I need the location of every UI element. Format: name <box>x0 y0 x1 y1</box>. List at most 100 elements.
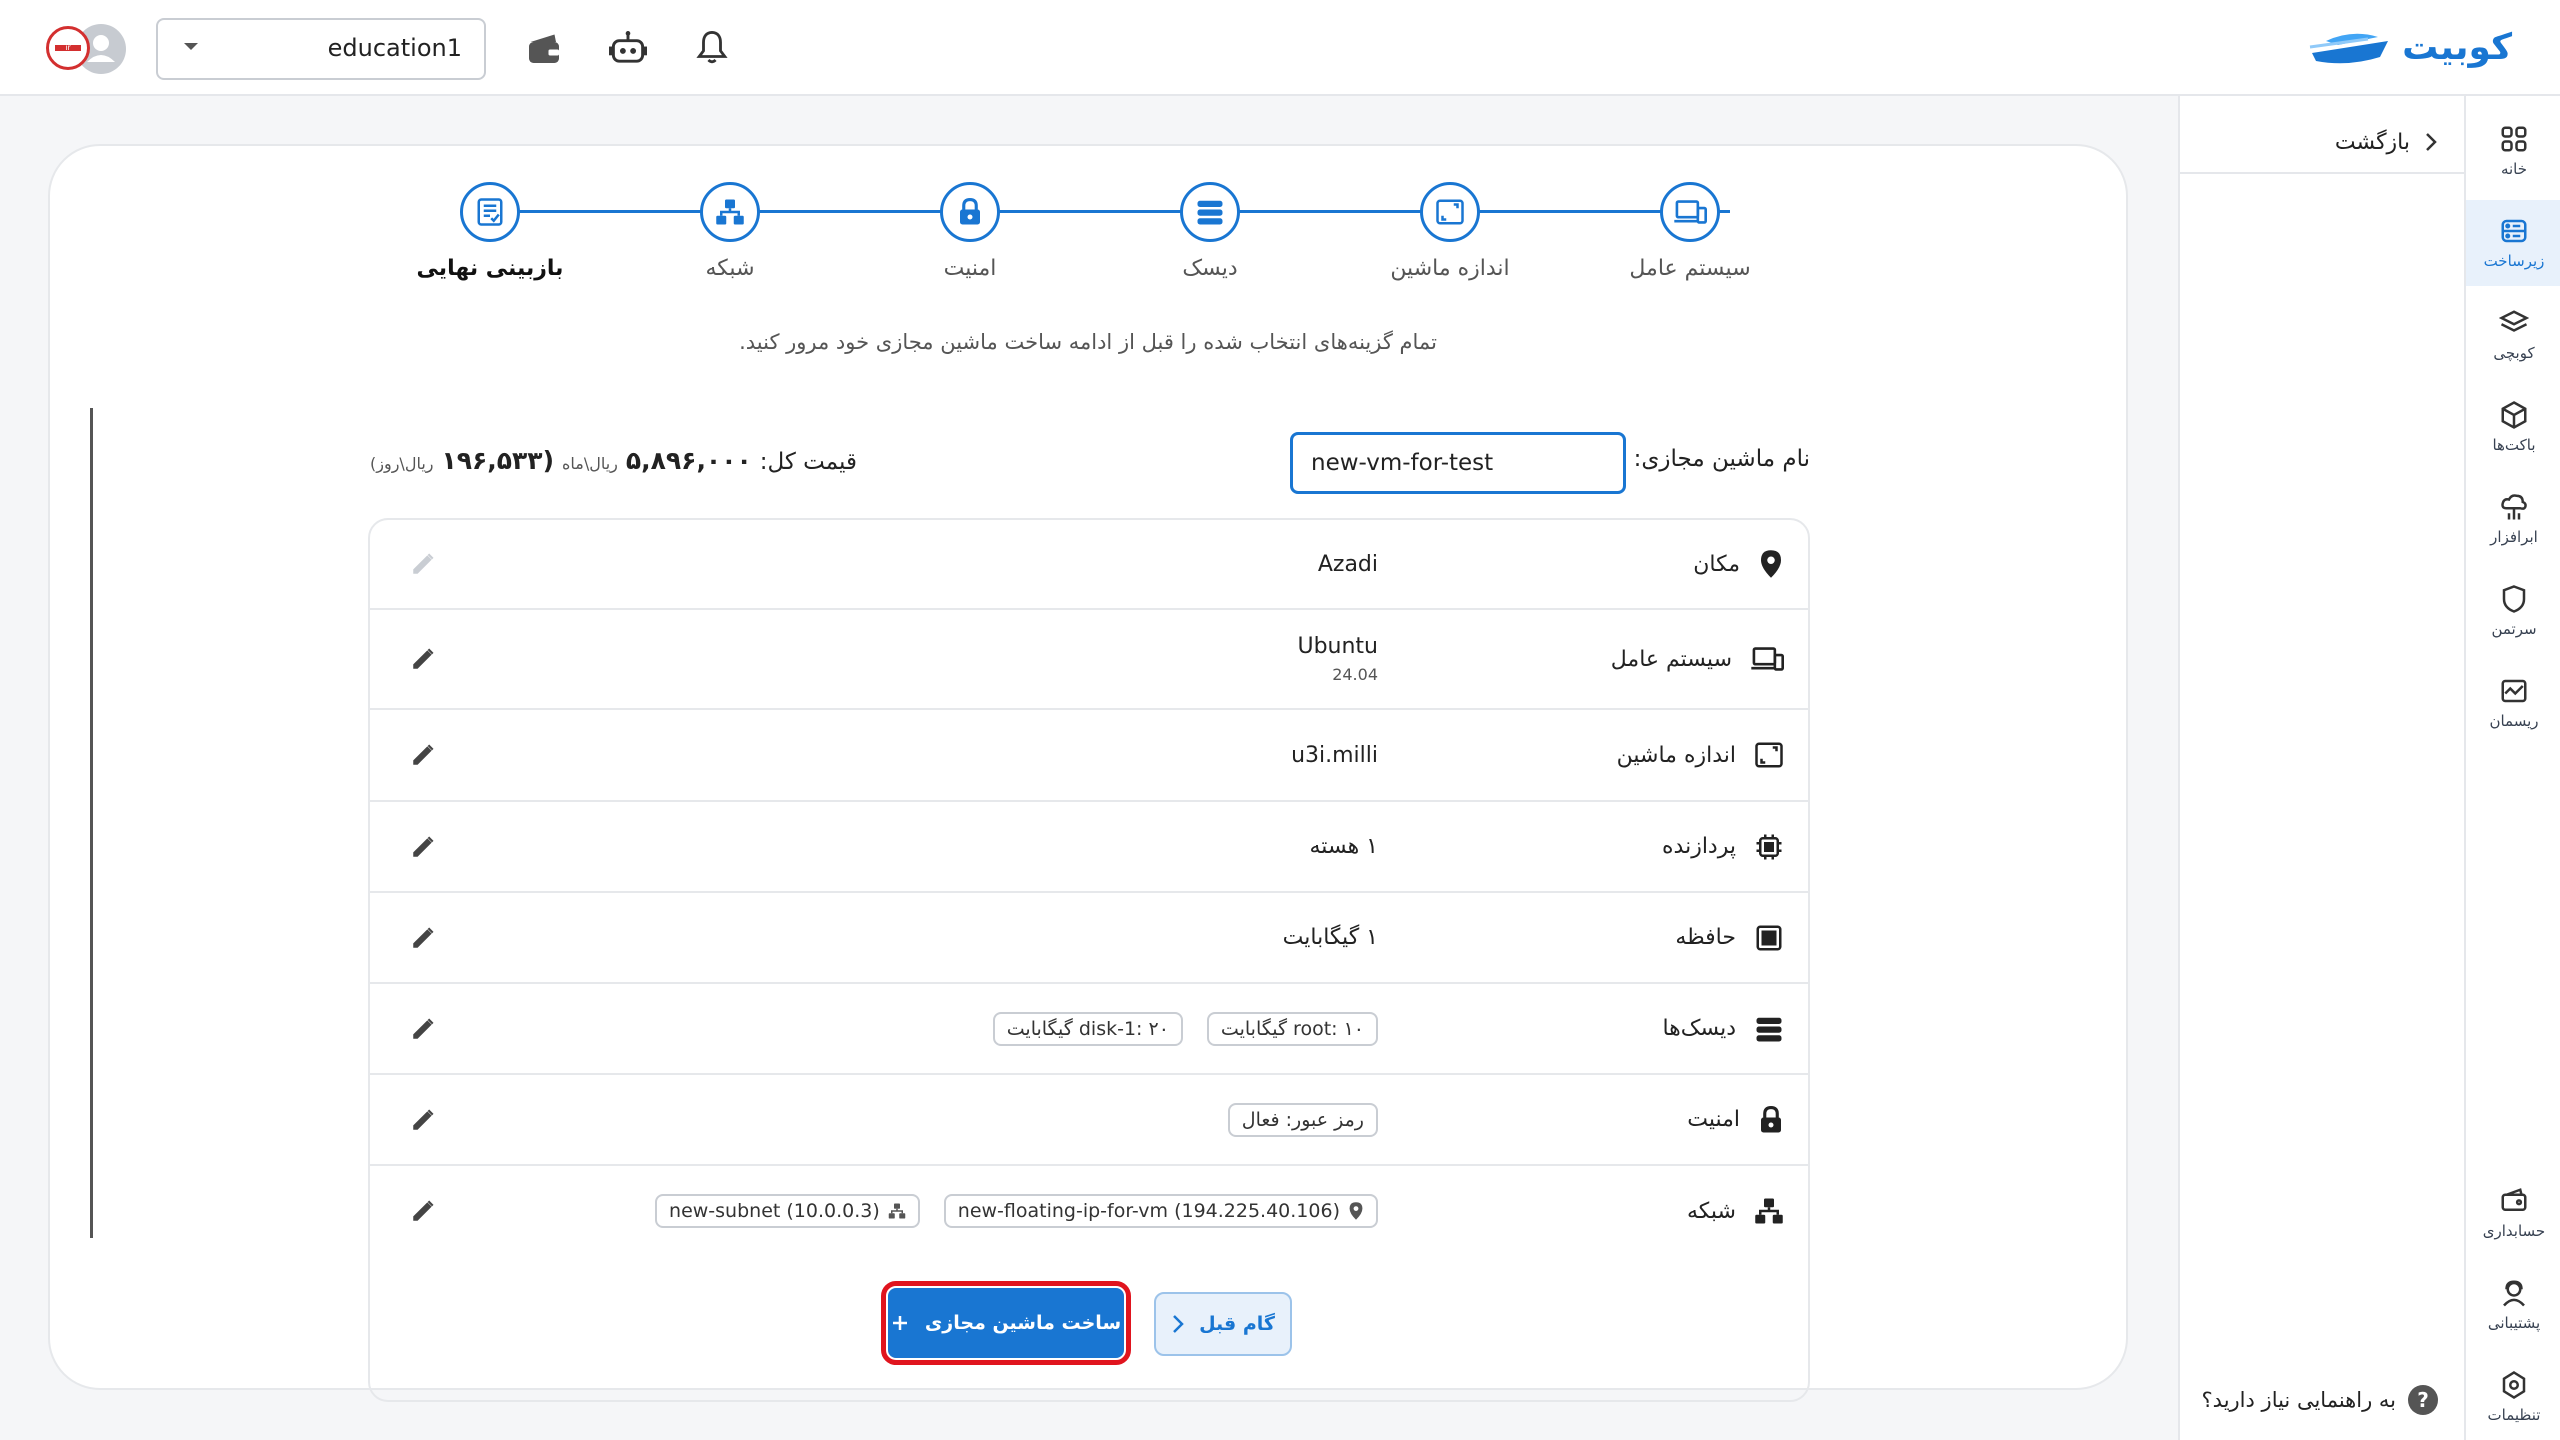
row-label-text: اندازه ماشین <box>1616 742 1736 768</box>
row-label-text: شبکه <box>1686 1198 1736 1224</box>
create-vm-button[interactable]: ساخت ماشین مجازی <box>881 1281 1131 1365</box>
language-flag-icon[interactable]: ir <box>46 26 90 70</box>
edit-size-button[interactable] <box>410 710 436 800</box>
row-value: ۱ گیگابایت <box>1283 893 1378 982</box>
nav-item-support[interactable]: پشتیبانی <box>2466 1262 2560 1348</box>
devices-icon <box>1660 182 1720 242</box>
project-select[interactable]: education1 <box>156 18 486 80</box>
nav-item-settings[interactable]: تنظیمات <box>2466 1354 2560 1440</box>
user-menu[interactable]: ir <box>46 24 126 74</box>
edit-os-button[interactable] <box>410 610 436 708</box>
row-value-text: Ubuntu <box>1297 634 1378 659</box>
plus-icon <box>891 1314 909 1332</box>
nav-item-accounting[interactable]: حسابداری <box>2466 1170 2560 1256</box>
vm-name-input[interactable] <box>1290 432 1626 494</box>
row-chips: رمز عبور: فعال <box>1227 1075 1378 1164</box>
row-chips: root: ۱۰ گیگابایت disk-1: ۲۰ گیگابایت <box>992 984 1378 1073</box>
row-label: دیسک‌ها <box>1662 984 1784 1073</box>
robot-assistant-icon[interactable] <box>606 26 650 70</box>
step-security[interactable]: امنیت <box>870 182 1070 281</box>
row-os: سیستم عامل Ubuntu 24.04 <box>370 610 1808 710</box>
nav-item-label: باکت‌ها <box>2492 436 2536 454</box>
nav-item-label: تنظیمات <box>2487 1406 2541 1424</box>
step-label: دیسک <box>1182 256 1238 281</box>
row-label-text: حافظه <box>1675 925 1736 950</box>
row-label: پردازنده <box>1662 802 1784 891</box>
nav-item-abrafzar[interactable]: ابرافزار <box>2466 476 2560 562</box>
pencil-icon <box>410 1198 436 1224</box>
chart-icon <box>2499 676 2529 706</box>
nav-item-label: ریسمان <box>2489 712 2539 730</box>
pencil-icon <box>410 925 436 951</box>
nav-item-label: حسابداری <box>2482 1222 2546 1240</box>
main-nav-rail: خانه زیرساخت کوبچی باکت‌ها ابرافزار سرتم… <box>2464 96 2560 1440</box>
left-divider <box>90 408 93 1238</box>
nav-item-risman[interactable]: ریسمان <box>2466 660 2560 746</box>
total-price: قیمت کل: ۵,۸۹۶,۰۰۰ ریال\ماه (۱۹۶,۵۳۳ ریا… <box>370 446 857 475</box>
chevron-down-icon <box>182 40 200 52</box>
step-os[interactable]: سیستم عامل <box>1590 182 1790 281</box>
row-value-text: ۱ گیگابایت <box>1282 925 1378 950</box>
cloud-tree-icon <box>2499 492 2529 522</box>
help-link[interactable]: ? به راهنمایی نیاز دارید؟ <box>2202 1380 2438 1420</box>
nav-item-infrastructure[interactable]: زیرساخت <box>2466 200 2560 286</box>
price-day: (۱۹۶,۵۳۳ <box>441 446 555 475</box>
nav-item-home[interactable]: خانه <box>2466 108 2560 194</box>
pencil-icon <box>410 1016 436 1042</box>
row-label-text: سیستم عامل <box>1610 646 1732 672</box>
row-label: اندازه ماشین <box>1617 710 1784 800</box>
edit-disks-button[interactable] <box>410 984 436 1073</box>
location-pin-icon <box>1348 1201 1364 1221</box>
row-label: مکان <box>1693 520 1784 608</box>
previous-step-button[interactable]: گام قبل <box>1154 1292 1292 1356</box>
step-review[interactable]: بازبینی نهایی <box>390 182 590 281</box>
support-icon <box>2499 1278 2529 1308</box>
nav-item-label: کوبچی <box>2493 344 2535 362</box>
price-month-unit: ریال\ماه <box>562 454 618 473</box>
edit-network-button[interactable] <box>410 1166 436 1256</box>
row-label-text: امنیت <box>1687 1107 1740 1132</box>
step-label: شبکه <box>705 256 755 281</box>
row-label: حافظه <box>1675 893 1784 982</box>
help-icon: ? <box>2408 1385 2438 1415</box>
edit-security-button[interactable] <box>410 1075 436 1164</box>
row-label: امنیت <box>1687 1075 1784 1164</box>
row-label-text: پردازنده <box>1662 834 1736 859</box>
logo[interactable]: کوبیت <box>2308 22 2512 72</box>
nav-item-buckets[interactable]: باکت‌ها <box>2466 384 2560 470</box>
nav-item-label: زیرساخت <box>2483 252 2545 270</box>
create-vm-label: ساخت ماشین مجازی <box>924 1312 1122 1334</box>
row-value: Ubuntu 24.04 <box>1297 610 1378 708</box>
wallet-icon[interactable] <box>522 26 566 70</box>
price-day-unit: ریال\روز) <box>370 454 434 473</box>
nav-item-sartaman[interactable]: سرتمن <box>2466 568 2560 654</box>
lock-icon <box>1758 1105 1784 1135</box>
memory-icon <box>1754 923 1784 953</box>
security-chip: رمز عبور: فعال <box>1227 1102 1378 1137</box>
logo-text: کوبیت <box>2402 26 2512 68</box>
pencil-icon <box>410 742 436 768</box>
network-icon <box>1754 1196 1784 1226</box>
settings-icon <box>2499 1370 2529 1400</box>
notification-bell-icon[interactable] <box>690 26 734 70</box>
edit-memory-button[interactable] <box>410 893 436 982</box>
layers-icon <box>2499 308 2529 338</box>
step-label: بازبینی نهایی <box>416 256 564 281</box>
summary-table: مکان Azadi سیستم عامل Ubuntu 24.04 انداز… <box>368 518 1810 1402</box>
edit-cpu-button[interactable] <box>410 802 436 891</box>
step-disk[interactable]: دیسک <box>1110 182 1310 281</box>
row-location: مکان Azadi <box>370 520 1808 610</box>
row-label: شبکه <box>1687 1166 1784 1256</box>
svg-text:ir: ir <box>65 43 71 52</box>
row-value: u3i.milli <box>1291 710 1378 800</box>
back-link[interactable]: بازگشت <box>2335 114 2438 170</box>
row-value-text: ۱ هسته <box>1309 834 1378 859</box>
cpu-icon <box>1754 832 1784 862</box>
disk-chip: disk-1: ۲۰ گیگابایت <box>992 1011 1183 1046</box>
step-size[interactable]: اندازه ماشین <box>1350 182 1550 281</box>
step-network[interactable]: شبکه <box>630 182 830 281</box>
nav-item-kubchi[interactable]: کوبچی <box>2466 292 2560 378</box>
floating-ip-text: new-floating-ip-for-vm (194.225.40.106) <box>957 1200 1340 1222</box>
devices-icon <box>1750 645 1784 673</box>
network-small-icon <box>888 1202 906 1220</box>
